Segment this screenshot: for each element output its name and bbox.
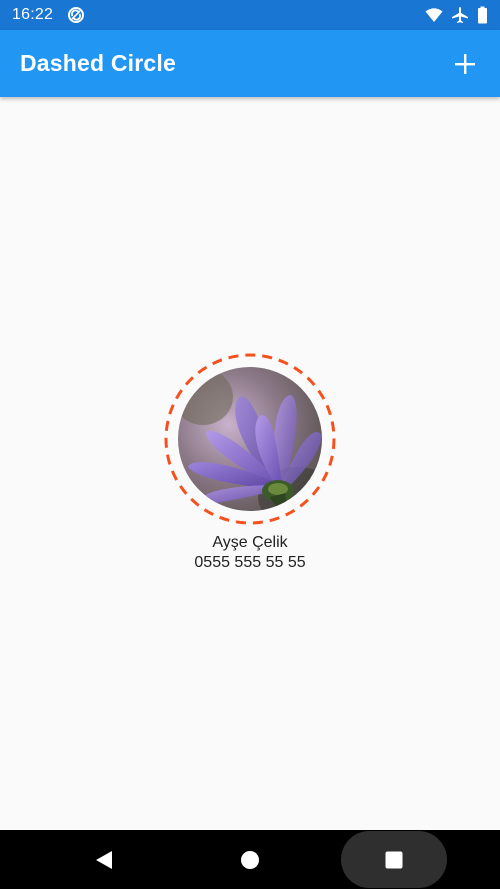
add-icon (455, 53, 475, 74)
recents-icon (385, 851, 403, 868)
wifi-icon (425, 7, 443, 23)
add-button[interactable] (448, 47, 482, 81)
status-left: 16:22 (12, 6, 85, 24)
status-bar: 16:22 (0, 0, 500, 30)
status-time: 16:22 (12, 6, 54, 23)
avatar (178, 367, 322, 511)
contact-phone: 0555 555 55 55 (194, 554, 306, 571)
recents-button[interactable] (341, 831, 447, 888)
flower-image (178, 367, 322, 511)
page-title: Dashed Circle (20, 50, 176, 76)
battery-icon (477, 6, 488, 24)
sync-icon (67, 6, 85, 24)
home-button[interactable] (230, 840, 270, 880)
app-bar: Dashed Circle (0, 30, 500, 97)
airplane-icon (451, 6, 469, 24)
contact-name: Ayşe Çelik (212, 534, 288, 551)
status-right (425, 6, 488, 24)
back-icon (96, 851, 112, 869)
contact-avatar[interactable] (164, 353, 336, 525)
main-content: Ayşe Çelik 0555 555 55 55 (0, 97, 500, 830)
navigation-bar (0, 830, 500, 889)
home-icon (241, 851, 259, 869)
back-button[interactable] (84, 840, 124, 880)
